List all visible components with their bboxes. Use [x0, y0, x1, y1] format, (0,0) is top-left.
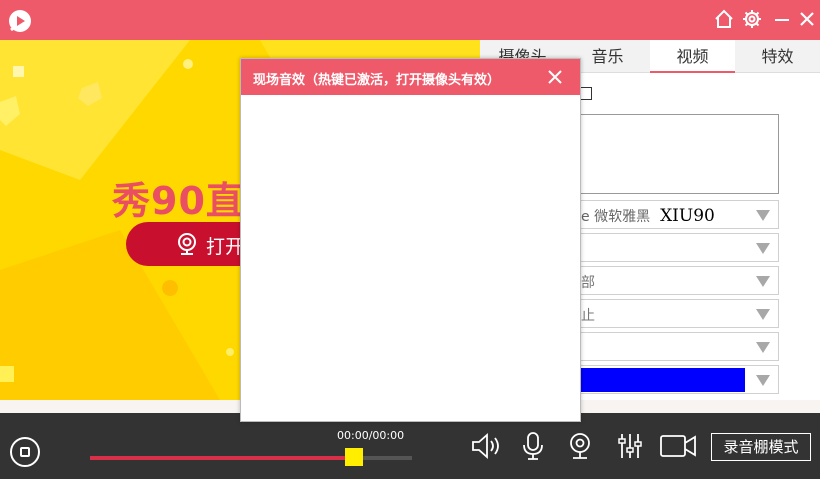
- chevron-down-icon: [756, 276, 770, 287]
- mixer-icon[interactable]: [618, 431, 642, 461]
- color-dropdown[interactable]: [572, 365, 779, 394]
- home-icon[interactable]: [713, 8, 735, 30]
- size-dropdown[interactable]: [572, 233, 779, 262]
- motion-value: 止: [581, 308, 595, 324]
- progress-bar[interactable]: [90, 448, 412, 466]
- motion-dropdown[interactable]: 止: [572, 299, 779, 328]
- title-bar: [0, 0, 820, 40]
- app-logo-icon[interactable]: [8, 9, 32, 33]
- dialog-header: 现场音效（热键已激活，打开摄像头有效）: [241, 59, 580, 95]
- chevron-down-icon: [756, 243, 770, 254]
- close-icon[interactable]: [547, 69, 563, 85]
- minimize-icon[interactable]: [771, 8, 793, 30]
- microphone-icon[interactable]: [522, 431, 544, 461]
- progress-fill: [90, 456, 355, 460]
- open-camera-label: 打开: [206, 236, 245, 258]
- webcam-icon: [178, 233, 196, 255]
- color-swatch: [573, 368, 745, 392]
- progress-thumb[interactable]: [345, 448, 364, 466]
- position-dropdown[interactable]: 部: [572, 266, 779, 295]
- chevron-down-icon: [756, 342, 770, 353]
- gear-icon[interactable]: [741, 8, 763, 30]
- speed-dropdown[interactable]: [572, 332, 779, 361]
- text-input[interactable]: [572, 114, 779, 194]
- font-sample: XIU90: [660, 206, 715, 226]
- close-icon[interactable]: [796, 8, 818, 30]
- chevron-down-icon: [756, 210, 770, 221]
- position-value: 部: [581, 275, 595, 291]
- banner-title: 秀90直: [112, 179, 245, 223]
- tab-effects[interactable]: 特效: [735, 40, 820, 73]
- webcam-icon[interactable]: [568, 431, 592, 461]
- stop-icon: [20, 447, 30, 457]
- dialog-title: 现场音效（热键已激活，打开摄像头有效）: [253, 73, 501, 88]
- video-camera-icon[interactable]: [659, 431, 697, 461]
- speaker-icon[interactable]: [470, 431, 502, 461]
- stop-button[interactable]: [10, 437, 40, 467]
- font-name: e 微软雅黑: [581, 209, 651, 225]
- chevron-down-icon: [756, 309, 770, 320]
- font-dropdown[interactable]: e 微软雅黑 XIU90: [572, 200, 779, 229]
- time-display: 00:00/00:00: [337, 429, 405, 442]
- sound-effects-dialog: 现场音效（热键已激活，打开摄像头有效）: [240, 58, 581, 422]
- control-bar: 00:00/00:00 录音棚模式: [0, 413, 820, 479]
- tab-video[interactable]: 视频: [650, 40, 735, 73]
- studio-mode-button[interactable]: 录音棚模式: [711, 433, 811, 461]
- chevron-down-icon: [756, 375, 770, 386]
